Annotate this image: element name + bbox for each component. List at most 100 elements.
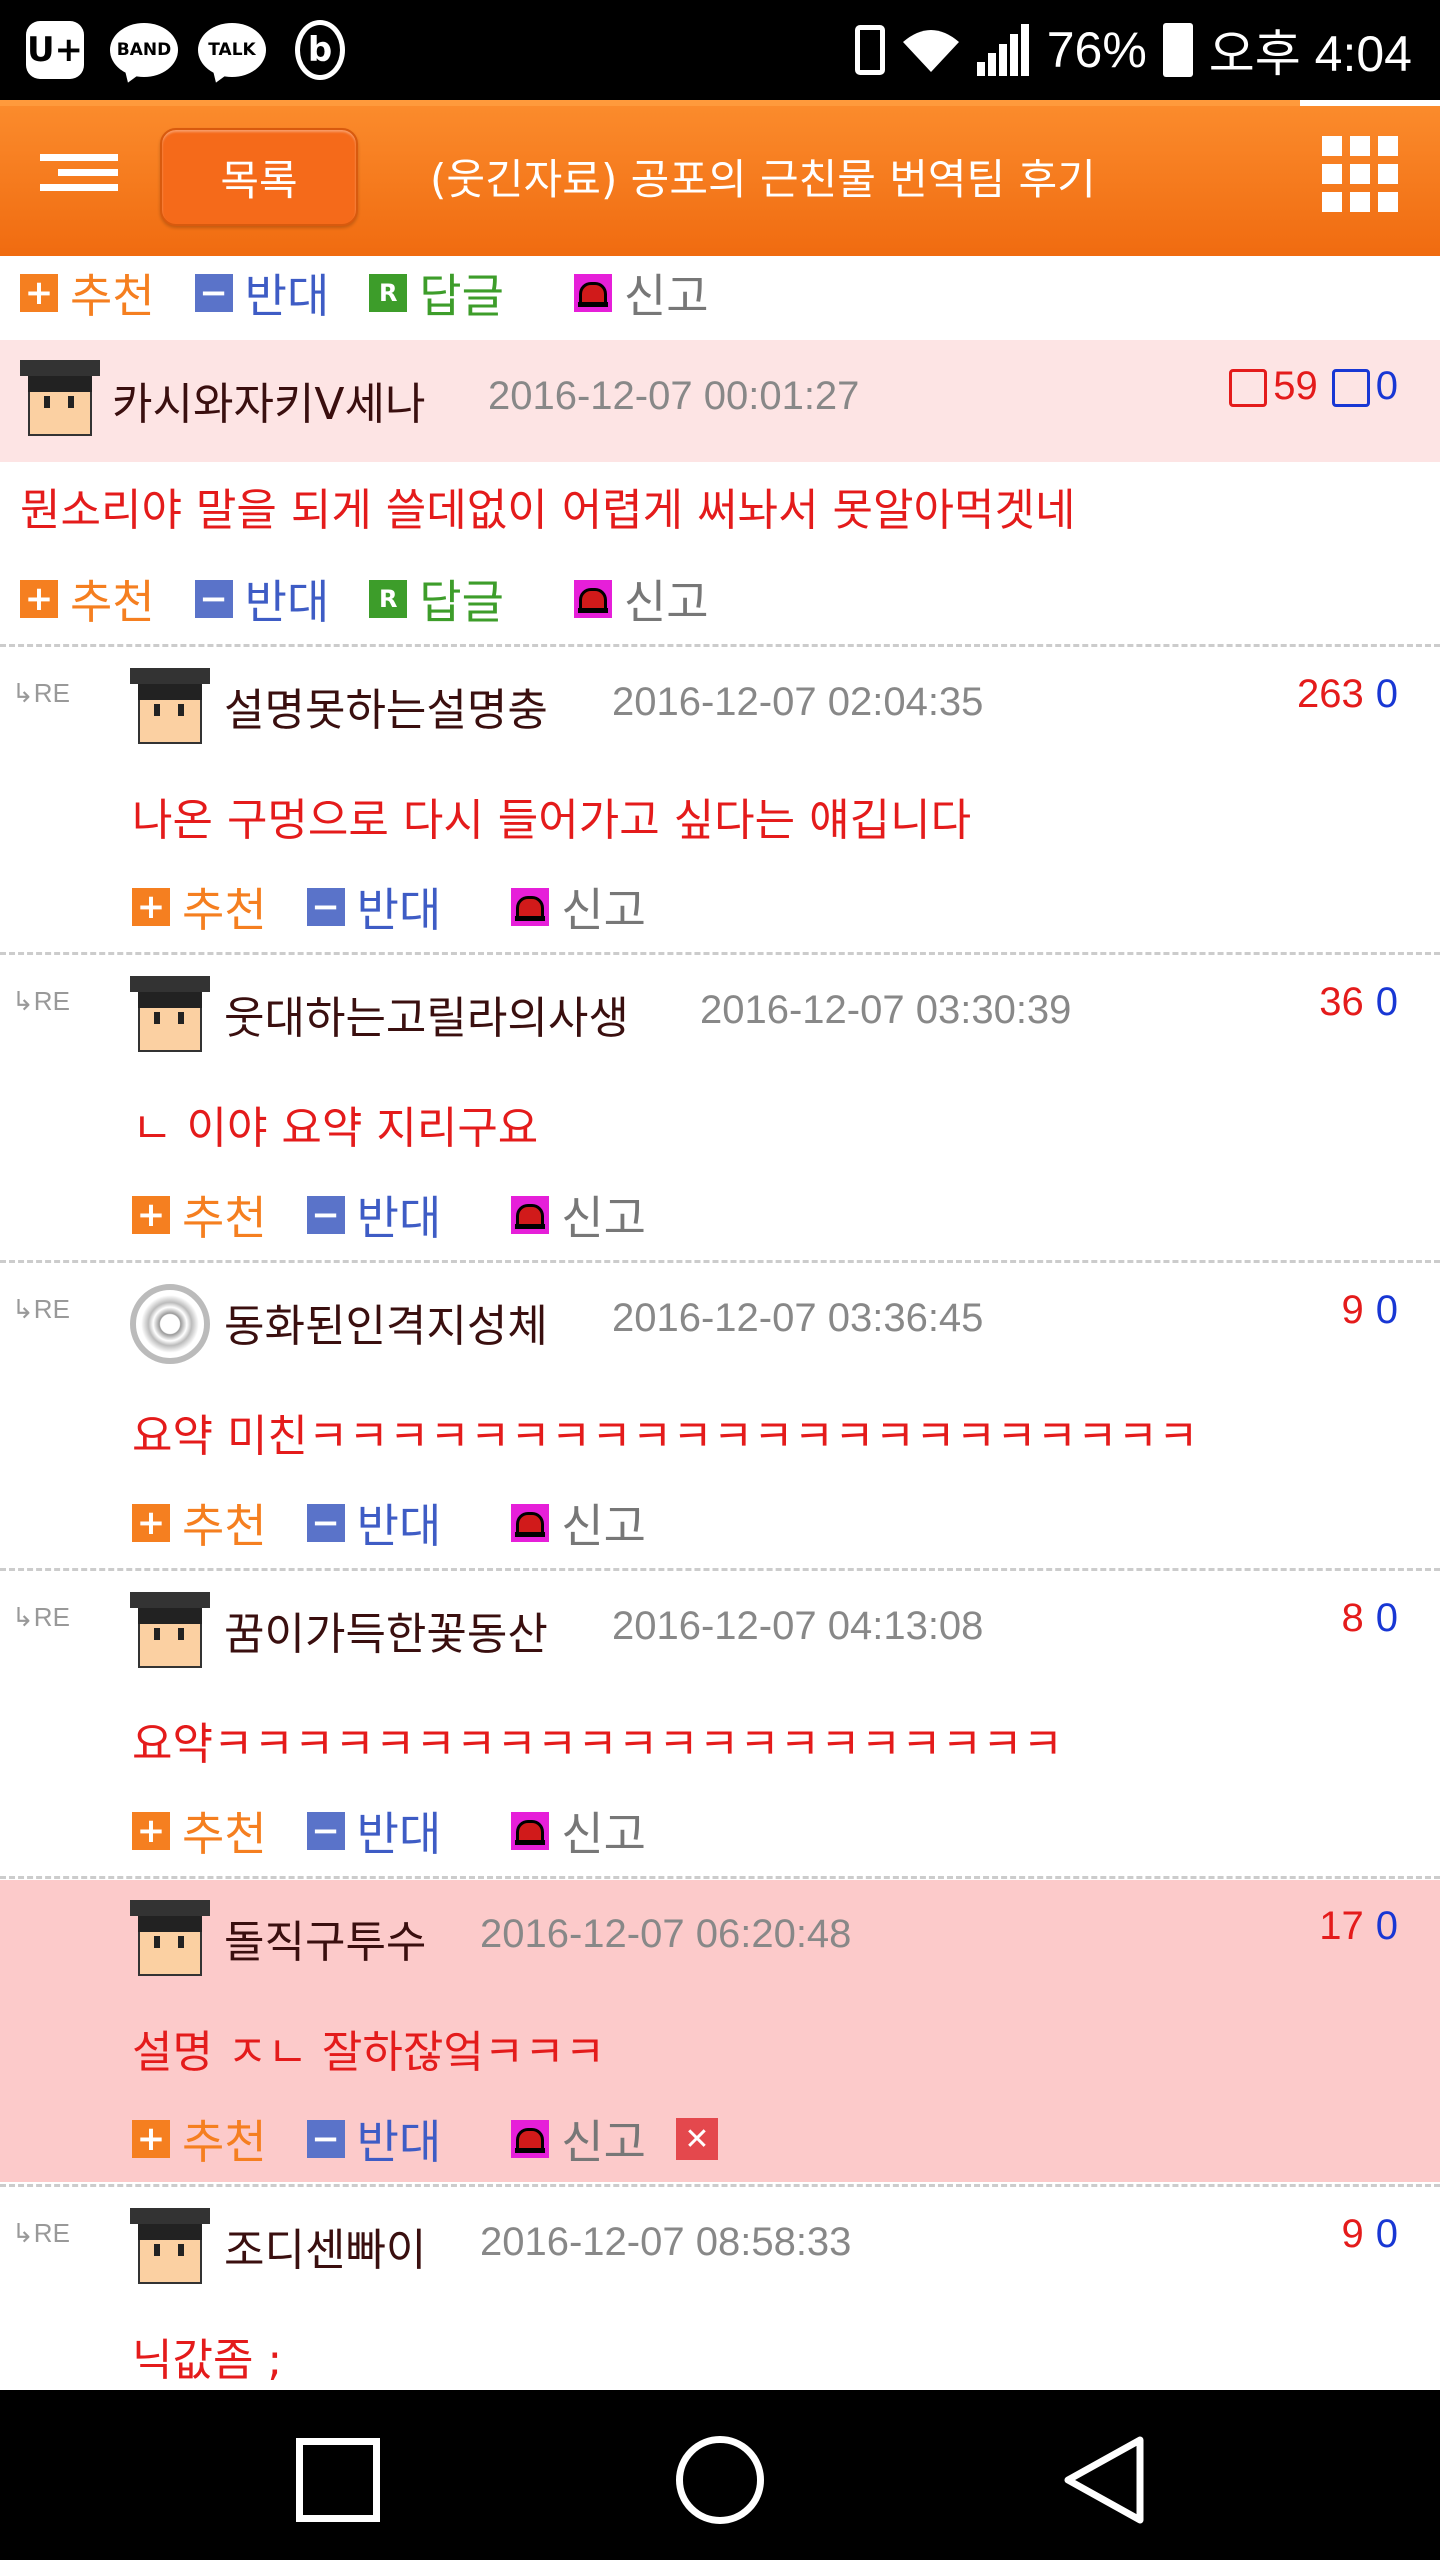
divider <box>0 644 1440 647</box>
menu-icon[interactable] <box>40 154 118 200</box>
siren-icon <box>511 1812 550 1850</box>
divider <box>0 952 1440 955</box>
comment-date: 2016-12-07 04:13:08 <box>612 1604 984 1648</box>
avatar <box>130 1900 210 1980</box>
reply-icon: R <box>369 580 408 618</box>
plus-icon: + <box>132 1812 170 1850</box>
signal-icon <box>976 24 1031 76</box>
action-row: + 추천 − 반대 신고 <box>132 1490 686 1556</box>
oppose-button[interactable]: − 반대 <box>194 566 329 632</box>
siren-icon <box>511 2120 550 2158</box>
vote-count: 17 0 <box>1319 1904 1398 1948</box>
plus-icon: + <box>132 888 170 926</box>
vote-count: 36 0 <box>1319 980 1398 1024</box>
reply-arrow-icon: ↳RE <box>12 678 70 708</box>
top-header: 목록 (웃긴자료) 공포의 근친물 번역팀 후기 <box>0 106 1440 256</box>
action-row: + 추천 − 반대 신고 <box>132 1798 686 1864</box>
minus-icon: − <box>306 1504 345 1542</box>
report-button[interactable]: 신고 <box>511 1490 646 1556</box>
divider <box>0 1876 1440 1879</box>
oppose-button[interactable]: − 반대 <box>194 260 329 326</box>
avatar <box>130 976 210 1056</box>
recommend-button[interactable]: + 추천 <box>20 566 155 632</box>
action-row: + 추천 − 반대 신고 <box>132 874 686 940</box>
oppose-button[interactable]: − 반대 <box>306 2106 441 2172</box>
action-row: + 추천 − 반대 R 답글 신고 <box>20 566 749 632</box>
action-row: + 추천 − 반대 신고 ✕ <box>132 2106 718 2172</box>
report-button[interactable]: 신고 <box>511 1798 646 1864</box>
comment-text: 설명 ㅈㄴ 잘하잖엌ㅋㅋㅋ <box>132 2027 606 2078</box>
navigation-bar <box>0 2390 1440 2560</box>
plus-icon: + <box>20 580 58 618</box>
back-icon[interactable] <box>1060 2434 1150 2526</box>
comment-nickname[interactable]: 설명못하는설명충 <box>224 674 548 738</box>
comment-text: 나온 구멍으로 다시 들어가고 싶다는 얘깁니다 <box>132 795 972 846</box>
comment-date: 2016-12-07 02:04:35 <box>612 680 984 724</box>
b-app-icon: b <box>290 18 350 82</box>
report-button[interactable]: 신고 <box>573 566 709 632</box>
comment-text: 뭔소리야 말을 되게 쓸데없이 어렵게 써놔서 못알아먹겟네 <box>20 485 1076 536</box>
oppose-button[interactable]: − 반대 <box>306 1490 441 1556</box>
recommend-button[interactable]: + 추천 <box>20 260 155 326</box>
avatar <box>130 1592 210 1672</box>
minus-icon: − <box>306 888 345 926</box>
vote-count: 59 0 <box>1229 364 1398 409</box>
reply-arrow-icon: ↳RE <box>12 2218 70 2248</box>
comment-nickname[interactable]: 꿈이가득한꽃동산 <box>224 1598 548 1662</box>
vote-count: 90 <box>1341 2212 1399 2256</box>
siren-icon <box>573 580 612 618</box>
vibrate-icon <box>854 25 885 75</box>
reply-button[interactable]: R 답글 <box>369 260 504 326</box>
vote-count: 263 0 <box>1297 672 1398 716</box>
comment-text: 요약ㅋㅋㅋㅋㅋㅋㅋㅋㅋㅋㅋㅋㅋㅋㅋㅋㅋㅋㅋㅋㅋ <box>132 1719 1064 1770</box>
thumbs-up-icon <box>1229 369 1268 408</box>
recommend-button[interactable]: + 추천 <box>132 1490 267 1556</box>
comment-date: 2016-12-07 03:30:39 <box>700 988 1072 1032</box>
action-row: + 추천 − 반대 R 답글 신고 <box>20 260 749 326</box>
comment-nickname[interactable]: 조디센빠이 <box>224 2214 426 2278</box>
report-button[interactable]: 신고 <box>511 1182 646 1248</box>
uplus-app-icon: U+ <box>22 18 88 82</box>
minus-icon: − <box>306 2120 345 2158</box>
oppose-button[interactable]: − 반대 <box>306 874 441 940</box>
comment-date: 2016-12-07 08:58:33 <box>480 2220 852 2264</box>
avatar <box>130 668 210 748</box>
divider <box>0 2184 1440 2187</box>
comment-text: ㄴ 이야 요약 지리구요 <box>132 1103 539 1154</box>
reply-button[interactable]: R 답글 <box>369 566 504 632</box>
wifi-icon <box>901 26 961 74</box>
recommend-button[interactable]: + 추천 <box>132 874 267 940</box>
reply-icon: R <box>369 274 408 312</box>
oppose-button[interactable]: − 반대 <box>306 1798 441 1864</box>
comment-nickname[interactable]: 웃대하는고릴라의사생 <box>224 982 629 1046</box>
band-app-icon: BAND <box>108 18 180 82</box>
comment-nickname[interactable]: 돌직구투수 <box>224 1906 426 1970</box>
list-button[interactable]: 목록 <box>160 128 358 226</box>
comment-list: + 추천 − 반대 R 답글 신고 카시와자키V세나 2016-12-07 00:01… <box>0 256 1440 2390</box>
report-button[interactable]: 신고 <box>573 260 709 326</box>
vote-count: 80 <box>1341 1596 1399 1640</box>
vote-count: 90 <box>1341 1288 1399 1332</box>
report-button[interactable]: 신고 <box>511 874 646 940</box>
divider <box>0 1260 1440 1263</box>
comment-date: 2016-12-07 00:01:27 <box>488 374 860 418</box>
grid-menu-icon[interactable] <box>1322 136 1398 212</box>
recommend-button[interactable]: + 추천 <box>132 1182 267 1248</box>
recent-apps-icon[interactable] <box>296 2438 380 2522</box>
clock: 오후 4:04 <box>1208 26 1412 82</box>
status-bar: U+ BAND TALK b 76% 오후 4:04 <box>0 0 1440 100</box>
comment-text: 닉값좀 ; <box>132 2335 283 2386</box>
avatar <box>130 2208 210 2288</box>
report-button[interactable]: 신고 <box>511 2106 646 2172</box>
recommend-button[interactable]: + 추천 <box>132 1798 267 1864</box>
minus-icon: − <box>306 1812 345 1850</box>
reply-arrow-icon: ↳RE <box>12 1294 70 1324</box>
oppose-button[interactable]: − 반대 <box>306 1182 441 1248</box>
comment-date: 2016-12-07 06:20:48 <box>480 1912 852 1956</box>
comment-text: 요약 미친ㅋㅋㅋㅋㅋㅋㅋㅋㅋㅋㅋㅋㅋㅋㅋㅋㅋㅋㅋㅋㅋㅋ <box>132 1411 1199 1462</box>
delete-icon[interactable]: ✕ <box>675 2118 718 2160</box>
home-icon[interactable] <box>676 2436 764 2524</box>
comment-nickname[interactable]: 카시와자키V세나 <box>112 368 425 432</box>
comment-nickname[interactable]: 동화된인격지성체 <box>224 1290 548 1354</box>
recommend-button[interactable]: + 추천 <box>132 2106 267 2172</box>
